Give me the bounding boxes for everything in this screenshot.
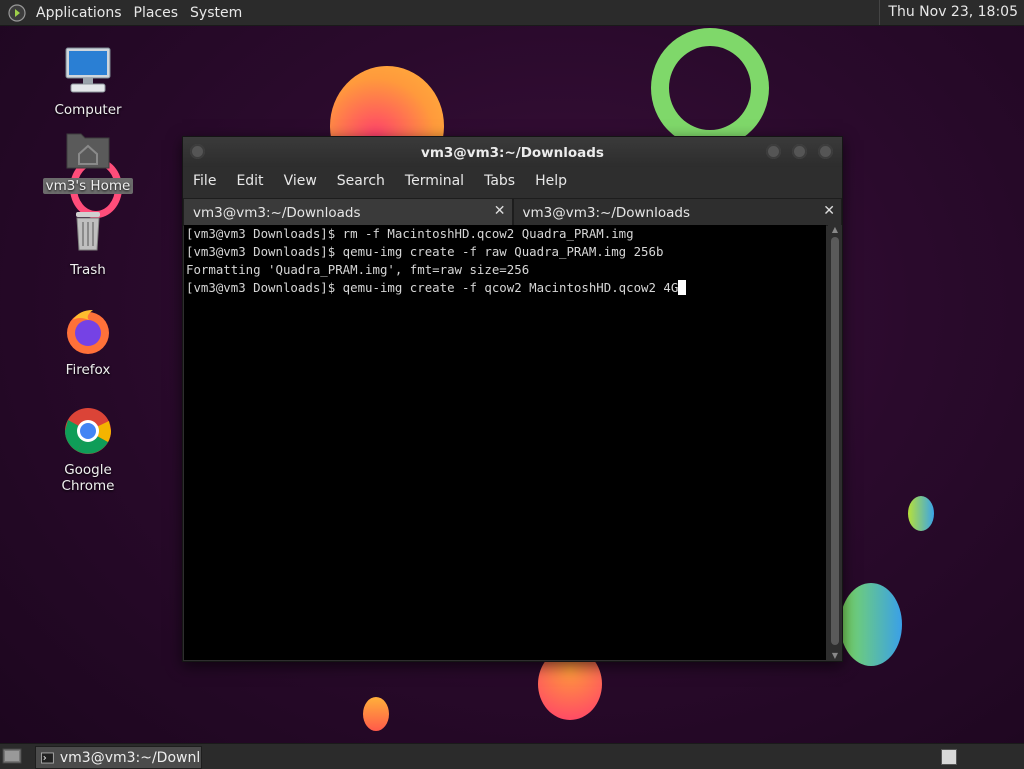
menu-edit[interactable]: Edit — [226, 173, 273, 189]
minimize-button[interactable] — [766, 144, 781, 159]
menu-search[interactable]: Search — [327, 173, 395, 189]
top-panel: Applications Places System Thu Nov 23, 1… — [0, 0, 1024, 26]
terminal-icon — [41, 751, 54, 764]
desktop-icon-chrome[interactable]: Google Chrome — [38, 406, 138, 494]
menu-tabs[interactable]: Tabs — [474, 173, 525, 189]
close-button[interactable] — [818, 144, 833, 159]
tab-2[interactable]: vm3@vm3:~/Downloads ✕ — [512, 198, 842, 226]
home-folder-icon — [66, 133, 110, 169]
trash-icon — [76, 212, 100, 251]
window-titlebar[interactable]: vm3@vm3:~/Downloads — [183, 137, 842, 167]
applications-menu[interactable]: Applications — [30, 5, 128, 21]
decor-teal-blob — [908, 496, 934, 531]
menu-view[interactable]: View — [274, 173, 327, 189]
terminal-window[interactable]: vm3@vm3:~/Downloads File Edit View Searc… — [182, 136, 843, 662]
desktop-icon-label: Firefox — [65, 362, 111, 378]
places-menu[interactable]: Places — [128, 5, 185, 21]
tab-label: vm3@vm3:~/Downloads — [193, 205, 361, 221]
maximize-button[interactable] — [792, 144, 807, 159]
clock[interactable]: Thu Nov 23, 18:05 — [879, 0, 1024, 25]
desktop-icon-label: Computer — [54, 102, 122, 118]
terminal-prompt-line: [vm3@vm3 Downloads]$ qemu-img create -f … — [184, 279, 826, 297]
workspace-switcher[interactable] — [941, 749, 957, 765]
scroll-down-icon[interactable]: ▼ — [828, 651, 842, 660]
decor-orange-dot — [363, 697, 389, 731]
computer-icon — [65, 47, 111, 93]
desktop-icon-trash[interactable]: Trash — [38, 206, 138, 278]
bottom-panel: vm3@vm3:~/Downl... — [0, 743, 1024, 769]
applications-logo-icon[interactable] — [8, 3, 26, 22]
terminal-line: Formatting 'Quadra_PRAM.img', fmt=raw si… — [186, 262, 530, 277]
menu-terminal[interactable]: Terminal — [395, 173, 474, 189]
chrome-icon — [65, 408, 111, 454]
desktop: { "top_panel": { "menus": ["Applications… — [0, 0, 1024, 769]
window-title: vm3@vm3:~/Downloads — [421, 145, 604, 161]
tab-close-icon[interactable]: ✕ — [823, 203, 835, 219]
taskbar-window-button[interactable]: vm3@vm3:~/Downl... — [35, 746, 202, 769]
terminal-tabs: vm3@vm3:~/Downloads ✕ vm3@vm3:~/Download… — [183, 198, 842, 226]
scroll-up-icon[interactable]: ▲ — [828, 225, 842, 234]
text-cursor — [678, 280, 687, 295]
scrollbar-thumb[interactable] — [831, 237, 839, 645]
tab-label: vm3@vm3:~/Downloads — [522, 205, 691, 221]
menu-help[interactable]: Help — [525, 173, 577, 189]
desktop-icon-computer[interactable]: Computer — [38, 46, 138, 118]
show-desktop-icon[interactable] — [2, 747, 22, 765]
decor-green-blue-blob — [840, 583, 902, 666]
tab-close-icon[interactable]: ✕ — [494, 203, 506, 219]
terminal-output[interactable]: [vm3@vm3 Downloads]$ rm -f MacintoshHD.q… — [184, 225, 826, 660]
desktop-icon-firefox[interactable]: Firefox — [38, 306, 138, 378]
desktop-icon-label: Trash — [70, 262, 106, 278]
panel-menu: Applications Places System — [0, 0, 248, 25]
terminal-menubar: File Edit View Search Terminal Tabs Help — [183, 167, 842, 195]
taskbar-window-label: vm3@vm3:~/Downl... — [59, 749, 201, 766]
desktop-icon-label: Google Chrome — [61, 462, 115, 494]
desktop-icon-home[interactable]: vm3's Home — [38, 126, 138, 194]
decor-green-ring — [651, 28, 769, 148]
desktop-icon-label: vm3's Home — [42, 178, 134, 194]
terminal-scrollbar[interactable]: ▲ ▼ — [828, 225, 842, 660]
system-menu[interactable]: System — [184, 5, 248, 21]
terminal-line: [vm3@vm3 Downloads]$ rm -f MacintoshHD.q… — [186, 226, 634, 241]
terminal-line: [vm3@vm3 Downloads]$ qemu-img create -f … — [186, 244, 664, 259]
tab-1[interactable]: vm3@vm3:~/Downloads ✕ — [183, 198, 513, 226]
terminal-line-text: [vm3@vm3 Downloads]$ qemu-img create -f … — [186, 280, 679, 295]
firefox-icon — [67, 310, 109, 354]
menu-file[interactable]: File — [183, 173, 226, 189]
